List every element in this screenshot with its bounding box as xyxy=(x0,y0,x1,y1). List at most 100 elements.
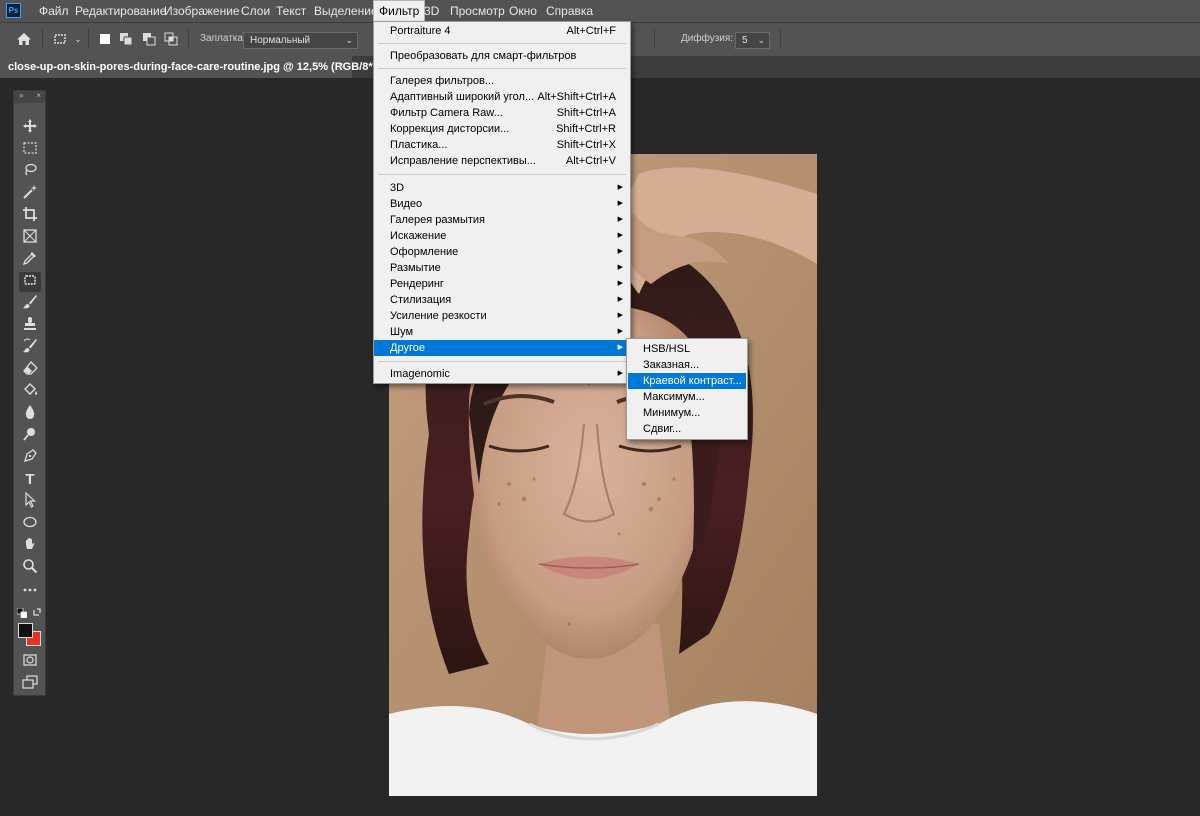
menu-item-pixelate[interactable]: Оформление ▶ xyxy=(374,244,630,260)
brush-tool-icon[interactable] xyxy=(19,294,41,314)
other-submenu: HSB/HSL Заказная... Краевой контраст... … xyxy=(626,338,748,440)
crop-tool-icon[interactable] xyxy=(19,206,41,226)
marquee-tool-icon[interactable] xyxy=(19,140,41,160)
menu-item-lens-correction[interactable]: Коррекция дисторсии... Shift+Ctrl+R xyxy=(374,121,630,137)
menu-bar: Ps Файл Редактирование Изображение Слои … xyxy=(0,0,1200,22)
menu-3d[interactable]: 3D xyxy=(419,0,444,22)
menu-item-3d[interactable]: 3D ▶ xyxy=(374,180,630,196)
menu-file[interactable]: Файл xyxy=(34,0,74,22)
menu-item-filter-gallery[interactable]: Галерея фильтров... xyxy=(374,73,630,89)
menu-item-vanishing-point[interactable]: Исправление перспективы... Alt+Ctrl+V xyxy=(374,153,630,169)
menu-item-noise[interactable]: Шум ▶ xyxy=(374,324,630,340)
clone-stamp-tool-icon[interactable] xyxy=(19,316,41,336)
dodge-tool-icon[interactable] xyxy=(19,426,41,446)
more-tools-icon[interactable] xyxy=(19,582,41,602)
eyedropper-tool-icon[interactable] xyxy=(19,250,41,270)
menu-type[interactable]: Текст xyxy=(271,0,311,22)
submenu-item-maximum[interactable]: Максимум... xyxy=(628,389,746,405)
chevron-right-icon: ▶ xyxy=(617,312,623,319)
chevron-right-icon: ▶ xyxy=(617,248,623,255)
foreground-color-swatch[interactable] xyxy=(18,623,33,638)
move-tool-icon[interactable] xyxy=(19,118,41,138)
menu-help[interactable]: Справка xyxy=(541,0,598,22)
menu-item-blur-gallery[interactable]: Галерея размытия ▶ xyxy=(374,212,630,228)
menu-item-stylize[interactable]: Стилизация ▶ xyxy=(374,292,630,308)
chevron-right-icon: ▶ xyxy=(617,328,623,335)
eraser-tool-icon[interactable] xyxy=(19,360,41,380)
screen-mode-icon[interactable] xyxy=(19,674,41,694)
new-selection-icon[interactable] xyxy=(97,31,113,47)
patch-mode-select[interactable]: Нормальный ⌄ xyxy=(243,32,358,49)
photoshop-logo-icon: Ps xyxy=(6,3,21,18)
home-icon[interactable] xyxy=(16,31,32,47)
frame-tool-icon[interactable] xyxy=(19,228,41,248)
menu-view[interactable]: Просмотр xyxy=(445,0,510,22)
diffusion-value: 5 xyxy=(742,35,748,46)
ellipse-tool-icon[interactable] xyxy=(19,514,41,534)
menu-item-video[interactable]: Видео ▶ xyxy=(374,196,630,212)
path-selection-tool-icon[interactable] xyxy=(19,491,41,512)
diffusion-select[interactable]: 5 ⌄ xyxy=(735,32,770,49)
menu-item-adaptive-wide-angle[interactable]: Адаптивный широкий угол... Alt+Shift+Ctrl… xyxy=(374,89,630,105)
quick-mask-icon[interactable] xyxy=(19,652,41,672)
menu-item-sharpen[interactable]: Усиление резкости ▶ xyxy=(374,308,630,324)
history-brush-tool-icon[interactable] xyxy=(19,338,41,358)
menu-filter[interactable]: Фильтр xyxy=(373,0,426,22)
pen-tool-icon[interactable] xyxy=(19,448,41,468)
menu-window[interactable]: Окно xyxy=(504,0,542,22)
paint-bucket-tool-icon[interactable] xyxy=(19,382,41,402)
blur-tool-icon[interactable] xyxy=(19,404,41,424)
menu-layers[interactable]: Слои xyxy=(236,0,275,22)
document-tab[interactable]: close-up-on-skin-pores-during-face-care-… xyxy=(0,56,384,78)
chevron-right-icon: ▶ xyxy=(617,232,623,239)
chevron-down-icon[interactable]: ⌄ xyxy=(70,31,86,47)
menu-item-blur[interactable]: Размытие ▶ xyxy=(374,260,630,276)
swap-colors-icon[interactable] xyxy=(32,606,42,616)
type-tool-icon[interactable]: T xyxy=(19,470,41,490)
menu-item-render[interactable]: Рендеринг ▶ xyxy=(374,276,630,292)
chevron-down-icon: ⌄ xyxy=(757,35,765,45)
chevron-right-icon: ▶ xyxy=(617,296,623,303)
menu-item-camera-raw[interactable]: Фильтр Camera Raw... Shift+Ctrl+A xyxy=(374,105,630,121)
menu-item-imagenomic[interactable]: Imagenomic ▶ xyxy=(374,366,630,382)
intersect-selection-icon[interactable] xyxy=(163,31,179,47)
toolbox: » × T xyxy=(13,90,46,696)
subtract-from-selection-icon[interactable] xyxy=(141,31,157,47)
menu-item-portraiture[interactable]: Portraiture 4 Alt+Ctrl+F xyxy=(374,23,630,39)
chevron-right-icon: ▶ xyxy=(617,200,623,207)
hand-tool-icon[interactable] xyxy=(19,536,41,556)
submenu-item-hsb-hsl[interactable]: HSB/HSL xyxy=(628,341,746,357)
magic-wand-tool-icon[interactable] xyxy=(19,184,41,204)
chevron-right-icon: ▶ xyxy=(617,264,623,271)
submenu-item-offset[interactable]: Сдвиг... xyxy=(628,421,746,437)
toolbox-header[interactable]: » × xyxy=(14,91,45,103)
zoom-tool-icon[interactable] xyxy=(19,558,41,578)
chevron-right-icon: ▶ xyxy=(617,280,623,287)
patch-mode-value: Нормальный xyxy=(250,35,311,46)
chevron-right-icon: ▶ xyxy=(617,216,623,223)
patch-tool-preset-icon[interactable] xyxy=(52,31,68,47)
menu-item-liquify[interactable]: Пластика... Shift+Ctrl+X xyxy=(374,137,630,153)
menu-image[interactable]: Изображение xyxy=(159,0,245,22)
close-icon[interactable]: × xyxy=(36,91,41,100)
menu-item-other[interactable]: Другое ▶ xyxy=(374,340,630,356)
filter-menu-dropdown: Portraiture 4 Alt+Ctrl+F Преобразовать дл… xyxy=(373,21,631,384)
menu-edit[interactable]: Редактирование xyxy=(70,0,171,22)
menu-item-convert-smart-filters[interactable]: Преобразовать для смарт-фильтров xyxy=(374,48,630,64)
submenu-item-custom[interactable]: Заказная... xyxy=(628,357,746,373)
expand-icon[interactable]: » xyxy=(19,91,23,100)
document-tab-title: close-up-on-skin-pores-during-face-care-… xyxy=(8,61,384,73)
chevron-down-icon: ⌄ xyxy=(345,35,353,45)
patch-label: Заплатка: xyxy=(200,33,246,44)
lasso-tool-icon[interactable] xyxy=(19,162,41,182)
add-to-selection-icon[interactable] xyxy=(118,31,134,47)
menu-item-distort[interactable]: Искажение ▶ xyxy=(374,228,630,244)
submenu-item-minimum[interactable]: Минимум... xyxy=(628,405,746,421)
close-icon[interactable]: × xyxy=(338,56,344,78)
chevron-right-icon: ▶ xyxy=(617,184,623,191)
patch-tool-icon[interactable] xyxy=(19,272,41,292)
default-colors-icon[interactable] xyxy=(16,607,28,619)
menu-select[interactable]: Выделение xyxy=(309,0,383,22)
submenu-item-high-pass[interactable]: Краевой контраст... xyxy=(628,373,746,389)
chevron-right-icon: ▶ xyxy=(617,370,623,377)
